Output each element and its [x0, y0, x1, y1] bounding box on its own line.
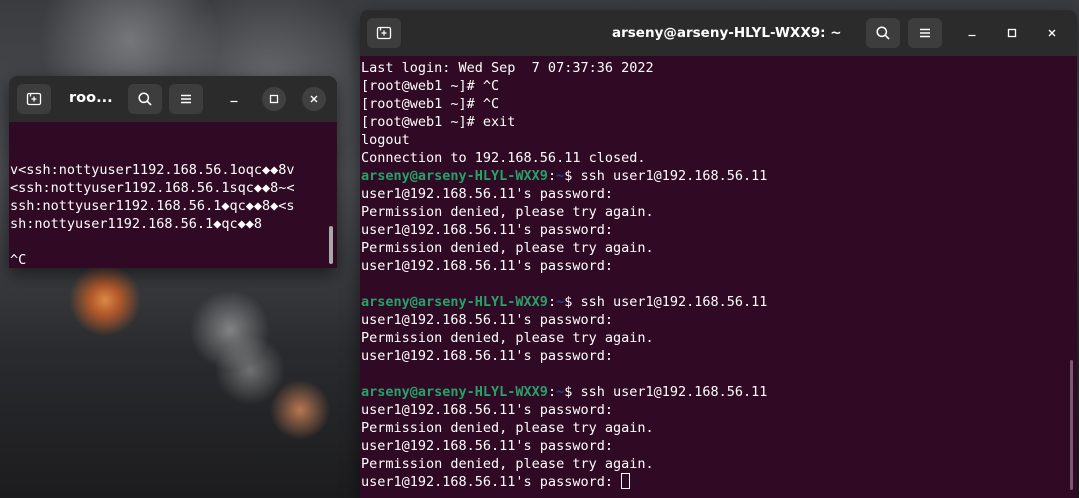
output-text: Connection to 192.168.56.11 closed. — [361, 150, 646, 166]
right-menu-button[interactable] — [908, 18, 942, 48]
right-maximize-button[interactable] — [1000, 21, 1024, 45]
left-terminal-line: <ssh:nottyuser1192.168.56.1sqc◆◆8~< — [10, 180, 295, 196]
right-scrollbar-thumb[interactable] — [1070, 360, 1073, 490]
new-tab-icon — [26, 92, 42, 106]
output-text: Permission denied, please try again. — [361, 240, 654, 256]
output-text: user1@192.168.56.11's password: — [361, 258, 613, 274]
output-text: logout — [361, 132, 410, 148]
right-window-title: arseny@arseny-HLYL-WXX9: ~ — [612, 25, 842, 41]
right-minimize-button[interactable] — [960, 21, 984, 45]
terminal-line: user1@192.168.56.11's password: — [361, 257, 767, 275]
output-text: [root@web1 ~]# ^C — [361, 78, 500, 94]
terminal-line: user1@192.168.56.11's password: — [361, 185, 767, 203]
terminal-line: [root@web1 ~]# ^C — [361, 77, 767, 95]
prompt-user: arseny@arseny-HLYL-WXX9 — [361, 384, 548, 400]
left-close-button[interactable] — [302, 87, 326, 111]
output-text: user1@192.168.56.11's password: — [361, 348, 613, 364]
output-text: user1@192.168.56.11's password: — [361, 186, 613, 202]
prompt-line: arseny@arseny-HLYL-WXX9:~$ ssh user1@192… — [361, 383, 767, 401]
left-terminal-line: ssh:nottyuser1192.168.56.1◆qc◆◆8◆<s — [10, 198, 295, 214]
terminal-line: Permission denied, please try again. — [361, 329, 767, 347]
right-close-button[interactable] — [1040, 21, 1064, 45]
output-text: [root@web1 ~]# exit — [361, 114, 516, 130]
output-text: [root@web1 ~]# ^C — [361, 96, 500, 112]
search-icon — [138, 92, 152, 106]
prompt-line: arseny@arseny-HLYL-WXX9:~$ ssh user1@192… — [361, 293, 767, 311]
prompt-path: ~ — [556, 168, 565, 184]
output-text: user1@192.168.56.11's password: — [361, 222, 613, 238]
command-text: $ ssh user1@192.168.56.11 — [564, 294, 768, 310]
output-text: user1@192.168.56.11's password: — [361, 402, 613, 418]
new-tab-icon — [376, 26, 392, 40]
terminal-line: user1@192.168.56.11's password: — [361, 473, 767, 491]
minimize-icon — [230, 100, 238, 103]
left-minimize-button[interactable] — [222, 87, 246, 111]
maximize-icon — [1007, 28, 1017, 38]
prompt-separator: : — [547, 168, 557, 184]
prompt-separator: : — [547, 384, 557, 400]
left-new-tab-button[interactable] — [17, 84, 51, 114]
terminal-line: Permission denied, please try again. — [361, 239, 767, 257]
prompt-separator: : — [547, 294, 557, 310]
right-search-button[interactable] — [866, 18, 900, 48]
left-terminal-line — [10, 233, 294, 251]
terminal-line: Connection to 192.168.56.11 closed. — [361, 149, 767, 167]
search-icon — [876, 26, 890, 40]
left-search-button[interactable] — [128, 84, 162, 114]
terminal-line: user1@192.168.56.11's password: — [361, 311, 767, 329]
hamburger-menu-icon — [181, 94, 191, 104]
terminal-line: user1@192.168.56.11's password: — [361, 437, 767, 455]
output-text: Last login: Wed Sep 7 07:37:36 2022 — [361, 60, 654, 76]
text-cursor — [621, 473, 631, 489]
left-terminal-line — [10, 125, 294, 143]
left-terminal-line: sh:nottyuser1192.168.56.1◆qc◆◆8 — [10, 216, 262, 232]
terminal-line: Permission denied, please try again. — [361, 203, 767, 221]
right-window-titlebar[interactable]: arseny@arseny-HLYL-WXX9: ~ — [360, 10, 1077, 56]
maximize-icon — [269, 94, 279, 104]
left-terminal-output[interactable]: v<ssh:nottyuser1192.168.56.1oqc◆◆8v <ssh:… — [10, 125, 294, 268]
terminal-line: [root@web1 ~]# exit — [361, 113, 767, 131]
command-text: $ ssh user1@192.168.56.11 — [564, 168, 768, 184]
right-terminal-output[interactable]: Last login: Wed Sep 7 07:37:36 2022 [root… — [361, 59, 767, 491]
command-text: $ ssh user1@192.168.56.11 — [564, 384, 768, 400]
terminal-line: Last login: Wed Sep 7 07:37:36 2022 — [361, 59, 767, 77]
right-terminal-window[interactable]: arseny@arseny-HLYL-WXX9: ~ Last login: W… — [360, 10, 1077, 498]
terminal-line: logout — [361, 131, 767, 149]
close-icon — [310, 95, 318, 103]
terminal-line: [root@web1 ~]# ^C — [361, 95, 767, 113]
prompt-path: ~ — [556, 384, 565, 400]
output-text: user1@192.168.56.11's password: — [361, 438, 613, 454]
output-text: user1@192.168.56.11's password: — [361, 474, 622, 490]
prompt-path: ~ — [556, 294, 565, 310]
terminal-line: user1@192.168.56.11's password: — [361, 401, 767, 419]
right-new-tab-button[interactable] — [367, 18, 401, 48]
terminal-line: Permission denied, please try again. — [361, 419, 767, 437]
left-window-title: roo... — [69, 90, 113, 106]
left-maximize-button[interactable] — [262, 87, 286, 111]
output-text: Permission denied, please try again. — [361, 204, 654, 220]
output-text: Permission denied, please try again. — [361, 456, 654, 472]
left-terminal-line — [10, 143, 294, 161]
terminal-line: user1@192.168.56.11's password: — [361, 347, 767, 365]
left-menu-button[interactable] — [169, 84, 203, 114]
output-text: Permission denied, please try again. — [361, 330, 654, 346]
left-terminal-line: ^C — [10, 252, 27, 268]
close-icon — [1048, 29, 1056, 37]
terminal-line: user1@192.168.56.11's password: — [361, 221, 767, 239]
output-text: Permission denied, please try again. — [361, 420, 654, 436]
minimize-icon — [968, 34, 976, 37]
output-text: user1@192.168.56.11's password: — [361, 312, 613, 328]
prompt-user: arseny@arseny-HLYL-WXX9 — [361, 168, 548, 184]
left-terminal-window[interactable]: roo... v<ssh:nottyuser1192.168.56.1oqc◆◆… — [9, 76, 337, 268]
left-terminal-line: v<ssh:nottyuser1192.168.56.1oqc◆◆8v — [10, 162, 295, 178]
terminal-line: Permission denied, please try again. — [361, 455, 767, 473]
hamburger-menu-icon — [920, 28, 930, 38]
prompt-line: arseny@arseny-HLYL-WXX9:~$ ssh user1@192… — [361, 167, 767, 185]
left-window-titlebar[interactable]: roo... — [9, 76, 337, 122]
prompt-user: arseny@arseny-HLYL-WXX9 — [361, 294, 548, 310]
left-scrollbar-thumb[interactable] — [329, 226, 333, 264]
